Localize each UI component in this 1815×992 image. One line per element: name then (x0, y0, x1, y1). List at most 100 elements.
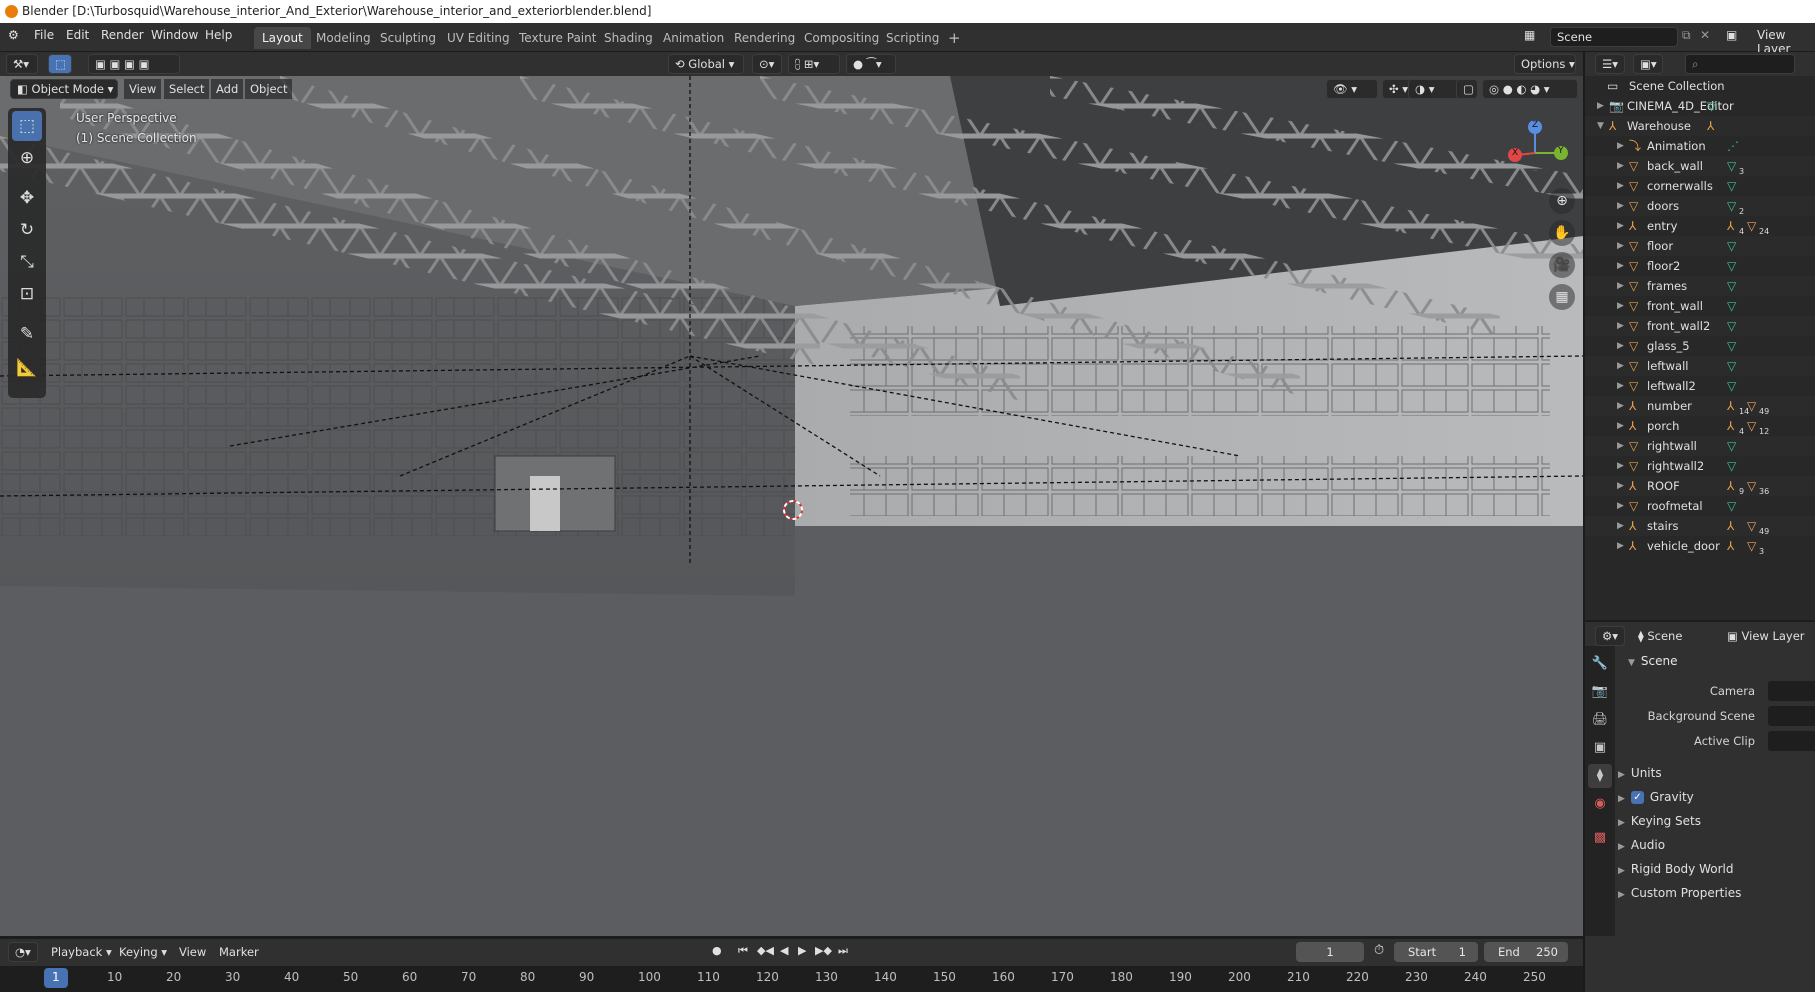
viewport-menu-add[interactable]: Add (211, 79, 244, 99)
transform-orientation-dropdown[interactable]: ⟲ Global ▾ (668, 54, 744, 74)
overlays-icon[interactable]: ◑ ▾ (1408, 79, 1460, 99)
outliner-item[interactable]: ▶ ▽ glass_5 ▽ (1585, 336, 1815, 356)
menu-edit[interactable]: Edit (66, 28, 89, 42)
data-icon[interactable]: ▽ (1727, 336, 1736, 356)
data-icon[interactable]: ⅄ (1707, 116, 1714, 136)
tab-texture-paint[interactable]: Texture Paint (511, 27, 604, 49)
tab-rendering[interactable]: Rendering (726, 27, 803, 49)
expand-arrow-icon[interactable]: ▶ (1617, 296, 1624, 316)
timeline-ruler[interactable]: 1 10 20 30 40 50 60 70 80 90 100 110 120 130 140 150 160… (0, 966, 1583, 992)
outliner-item[interactable]: ▶ ▽ cornerwalls ▽ (1585, 176, 1815, 196)
add-workspace-icon[interactable]: + (940, 27, 969, 49)
active-clip-field[interactable] (1768, 731, 1815, 751)
data-icon[interactable]: ▽ (1727, 176, 1736, 196)
outliner-item[interactable]: ▶ ⅄ number ⅄ 14 ▽ 49 (1585, 396, 1815, 416)
scale-tool-icon[interactable]: ⤡ (12, 247, 42, 277)
timeline-menu-marker[interactable]: Marker (214, 942, 264, 962)
data-icon[interactable]: ⅄ (1727, 416, 1734, 436)
camera-field[interactable] (1768, 681, 1815, 701)
zoom-icon[interactable]: ⊕ (1549, 188, 1575, 214)
expand-arrow-icon[interactable]: ▶ (1617, 476, 1624, 496)
outliner-item[interactable]: ▶ ▽ front_wall2 ▽ (1585, 316, 1815, 336)
select-box-icon[interactable]: ⬚ (12, 111, 42, 141)
data-icon[interactable]: ▽ (1727, 316, 1736, 336)
viewport-menu-view[interactable]: View (124, 79, 162, 99)
expand-arrow-icon[interactable]: ▶ (1617, 396, 1624, 416)
outliner-item[interactable]: ▶ ⅄ porch ⅄ 4 ▽ 12 (1585, 416, 1815, 436)
menu-help[interactable]: Help (205, 28, 232, 42)
data-icon[interactable]: ▽ (1727, 376, 1736, 396)
data-icon[interactable]: ▽ (1727, 356, 1736, 376)
expand-arrow-icon[interactable]: ▶ (1617, 216, 1624, 236)
mesh-icon[interactable]: ▽ (1747, 536, 1756, 556)
navigation-gizmo[interactable]: Z Y X (1505, 101, 1575, 180)
outliner-item[interactable]: ▶ ⅄ stairs ⅄ ▽ 49 (1585, 516, 1815, 536)
data-icon[interactable]: ▽ (1727, 436, 1736, 456)
scene-close-icon[interactable]: ✕ (1700, 28, 1710, 42)
tab-scripting[interactable]: Scripting (878, 27, 947, 49)
pivot-point-icon[interactable]: ⊙▾ (752, 54, 782, 74)
data-icon[interactable]: ▽ (1727, 296, 1736, 316)
expand-arrow-icon[interactable]: ▶ (1617, 176, 1624, 196)
play-icon[interactable]: ▶ (798, 944, 806, 957)
data-icon[interactable]: ▽ (1727, 236, 1736, 256)
expand-arrow-icon[interactable]: ▼ (1597, 116, 1604, 136)
data-icon[interactable]: ▽ (1707, 96, 1716, 116)
output-properties-icon[interactable]: 🖨 (1588, 708, 1612, 732)
select-box-tool-icon[interactable]: ⬚ (48, 54, 72, 74)
view-layer-icon[interactable]: ▣ (1726, 28, 1737, 42)
xray-icon[interactable]: ▢ (1456, 79, 1478, 99)
tab-sculpting[interactable]: Sculpting (372, 27, 444, 49)
timeline-menu-view[interactable]: View (174, 942, 211, 962)
expand-arrow-icon[interactable]: ▶ (1617, 536, 1624, 556)
scene-section-header[interactable]: ▼ Scene (1628, 654, 1678, 668)
properties-editor-type-icon[interactable]: ⚙▾ (1595, 626, 1625, 646)
world-properties-icon[interactable]: ◉ (1588, 792, 1612, 816)
prev-keyframe-icon[interactable]: ◆◀ (757, 944, 774, 957)
blender-menu-icon[interactable]: ⚙ (8, 28, 19, 42)
tool-properties-icon[interactable]: 🔧 (1588, 652, 1612, 676)
outliner-item[interactable]: ▶ ▽ leftwall ▽ (1585, 356, 1815, 376)
outliner-item[interactable]: ▶ ▽ back_wall ▽ 3 (1585, 156, 1815, 176)
mesh-icon[interactable]: ▽ (1747, 416, 1756, 436)
menu-window[interactable]: Window (151, 28, 198, 42)
panel-units[interactable]: ▶ Units (1618, 766, 1662, 780)
mesh-icon[interactable]: ▽ (1747, 216, 1756, 236)
expand-arrow-icon[interactable]: ▶ (1617, 436, 1624, 456)
menu-file[interactable]: File (34, 28, 54, 42)
gravity-checkbox[interactable]: ✓ (1630, 791, 1644, 804)
outliner-item[interactable]: ▶ ▽ floor2 ▽ (1585, 256, 1815, 276)
outliner-root[interactable]: ▭ Scene Collection (1585, 76, 1815, 96)
outliner-item[interactable]: ▶ ▽ floor ▽ (1585, 236, 1815, 256)
end-frame-field[interactable]: End 250 (1484, 942, 1568, 962)
timeline-menu-playback[interactable]: Playback ▾ (46, 942, 117, 962)
start-frame-field[interactable]: Start 1 (1394, 942, 1478, 962)
outliner-item[interactable]: ▶ ⅄ ROOF ⅄ 9 ▽ 36 (1585, 476, 1815, 496)
outliner-editor-type-icon[interactable]: ☰▾ (1595, 54, 1625, 74)
tab-animation[interactable]: Animation (655, 27, 732, 49)
scene-name-field[interactable]: Scene (1550, 27, 1678, 47)
tab-layout[interactable]: Layout (254, 27, 311, 49)
viewport-menu-object[interactable]: Object (245, 79, 293, 99)
outliner-item[interactable]: ▶ ▽ doors ▽ 2 (1585, 196, 1815, 216)
tab-uv-editing[interactable]: UV Editing (439, 27, 518, 49)
expand-arrow-icon[interactable]: ▶ (1617, 496, 1624, 516)
outliner-item[interactable]: ▶ ▽ rightwall2 ▽ (1585, 456, 1815, 476)
mesh-icon[interactable]: ▽ (1747, 396, 1756, 416)
cursor-tool-icon[interactable]: ⊕ (12, 143, 42, 173)
jump-end-icon[interactable]: ⏭ (838, 944, 848, 958)
timeline-menu-keying[interactable]: Keying ▾ (114, 942, 172, 962)
scene-copy-icon[interactable]: ⧉ (1682, 28, 1691, 43)
panel-keying-sets[interactable]: ▶ Keying Sets (1618, 814, 1701, 828)
editor-type-icon[interactable]: ⚒▾ (6, 54, 38, 74)
texture-properties-icon[interactable]: ▩ (1588, 826, 1612, 850)
outliner-item[interactable]: ▶ ▽ roofmetal ▽ (1585, 496, 1815, 516)
3d-viewport[interactable]: ◧ Object Mode ▾ View Select Add Object 👁… (0, 76, 1583, 936)
expand-arrow-icon[interactable]: ▶ (1617, 256, 1624, 276)
data-icon[interactable]: ⅄ (1727, 216, 1734, 236)
background-scene-field[interactable] (1768, 706, 1815, 726)
data-icon[interactable]: ⅄ (1727, 536, 1734, 556)
outliner-item[interactable]: ▶ ▽ frames ▽ (1585, 276, 1815, 296)
viewport-menu-select[interactable]: Select (164, 79, 210, 99)
tab-compositing[interactable]: Compositing (796, 27, 887, 49)
